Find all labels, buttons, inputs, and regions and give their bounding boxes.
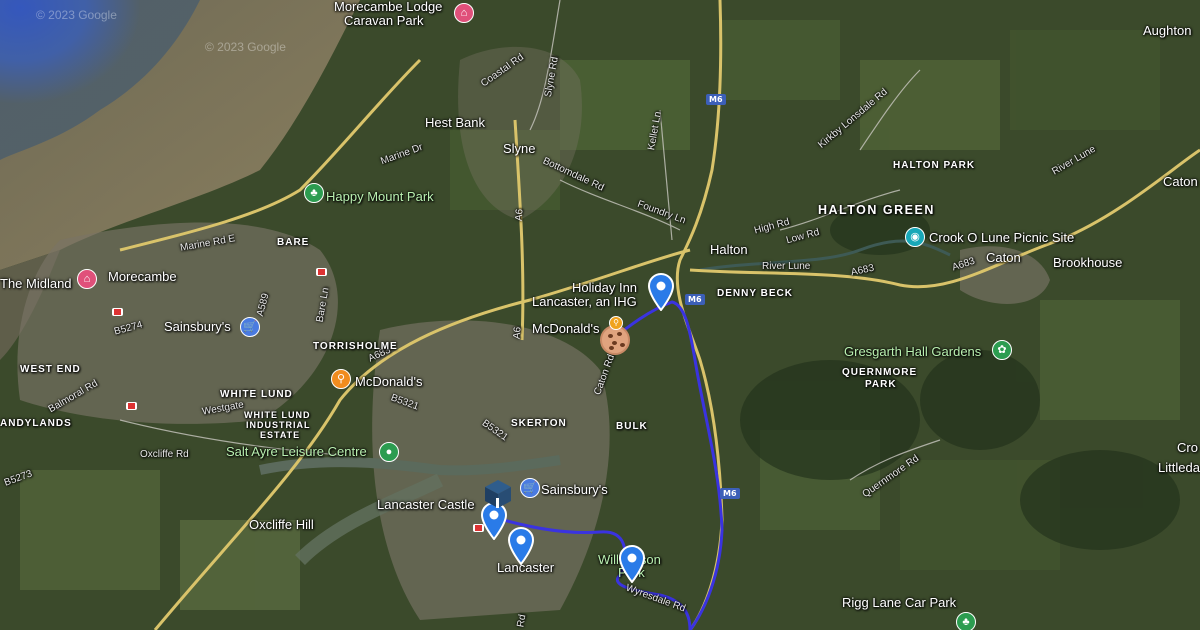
place-label: DENNY BECK: [717, 288, 793, 299]
park-tree-icon[interactable]: ♣: [956, 612, 976, 630]
place-label: Salt Ayre Leisure Centre: [226, 444, 367, 459]
restaurant-icon[interactable]: ⚲: [609, 316, 623, 330]
place-label: Cro: [1177, 440, 1198, 455]
camera-icon[interactable]: ◉: [905, 227, 925, 247]
place-label: Hest Bank: [425, 115, 485, 130]
road-label: River Lune: [762, 261, 811, 272]
cube-marker-icon[interactable]: [483, 478, 513, 510]
place-label: WHITE LUND: [220, 389, 293, 400]
place-label: Rigg Lane Car Park: [842, 595, 957, 610]
place-label: ANDYLANDS: [0, 418, 72, 429]
route-overlay: [492, 300, 724, 630]
copyright-watermark: © 2023 Google: [205, 40, 286, 54]
flower-icon[interactable]: ✿: [992, 340, 1012, 360]
place-label: Caton: [986, 250, 1021, 265]
hotel-icon[interactable]: ⌂: [454, 3, 474, 23]
place-label: ESTATE: [260, 430, 301, 440]
place-label: Aughton: [1143, 23, 1192, 38]
place-label: PARK: [865, 379, 897, 390]
place-label: BULK: [616, 421, 648, 432]
place-label: Littleda: [1158, 460, 1200, 475]
place-label: Happy Mount Park: [326, 189, 434, 204]
leisure-icon[interactable]: ●: [379, 442, 399, 462]
place-label: WEST END: [20, 364, 81, 375]
map-canvas[interactable]: © 2023 Google © 2023 Google M6 M6 M6 Coa…: [0, 0, 1200, 630]
road-label: A6: [511, 326, 524, 340]
road-label: Rd: [515, 613, 529, 629]
train-station-icon[interactable]: [316, 268, 327, 276]
train-station-icon[interactable]: [126, 402, 137, 410]
park-tree-icon[interactable]: ♣: [304, 183, 324, 203]
m6-shield: M6: [720, 488, 740, 499]
place-label: Halton: [710, 242, 748, 257]
location-pin-icon[interactable]: [507, 527, 535, 565]
place-label: Holiday Inn: [572, 280, 638, 295]
place-label: HALTON PARK: [893, 160, 976, 171]
place-label: Gresgarth Hall Gardens: [844, 344, 982, 359]
road-label: A6: [513, 208, 526, 222]
copyright-watermark: © 2023 Google: [36, 8, 117, 22]
place-label: Brookhouse: [1053, 255, 1123, 270]
shopping-cart-icon[interactable]: 🛒: [240, 317, 260, 337]
shopping-cart-icon[interactable]: 🛒: [520, 478, 540, 498]
place-label: Crook O Lune Picnic Site: [929, 230, 1075, 245]
place-label: Morecambe: [108, 269, 177, 284]
place-label: Morecambe Lodge: [334, 0, 443, 14]
place-label: Caravan Park: [344, 13, 424, 28]
place-label: McDonald's: [532, 321, 600, 336]
place-label: Sainsbury's: [164, 319, 231, 334]
m6-shield: M6: [706, 94, 726, 105]
place-label: Lancaster Castle: [377, 497, 475, 512]
place-label: TORRISHOLME: [313, 341, 398, 352]
road-label: Oxcliffe Rd: [140, 449, 189, 460]
place-label: SKERTON: [511, 418, 567, 429]
place-label: Slyne: [503, 141, 536, 156]
hotel-icon[interactable]: ⌂: [77, 269, 97, 289]
train-station-icon[interactable]: [112, 308, 123, 316]
place-label: McDonald's: [355, 374, 423, 389]
location-pin-icon[interactable]: [647, 273, 675, 311]
place-label: Lancaster, an IHG: [532, 294, 637, 309]
place-label: The Midland: [0, 276, 72, 291]
place-label: HALTON GREEN: [818, 203, 935, 217]
place-label: BARE: [277, 237, 310, 248]
place-label: Sainsbury's: [541, 482, 608, 497]
location-pin-icon[interactable]: [618, 545, 646, 583]
restaurant-icon[interactable]: ⚲: [331, 369, 351, 389]
m6-shield: M6: [685, 294, 705, 305]
place-label: Caton: [1163, 174, 1198, 189]
place-label: Oxcliffe Hill: [249, 517, 314, 532]
